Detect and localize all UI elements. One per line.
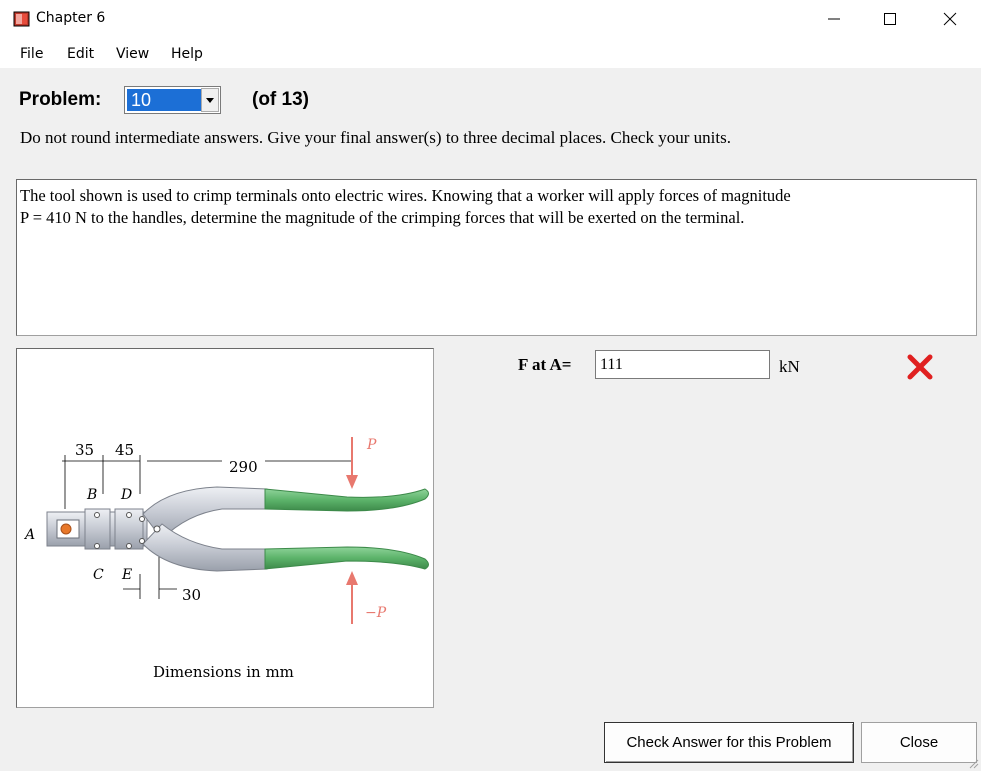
answer-unit: kN <box>779 357 800 376</box>
window-title: Chapter 6 <box>36 10 106 26</box>
maximize-icon <box>884 13 896 25</box>
point-b-label: B <box>86 487 97 503</box>
book-icon <box>13 11 30 27</box>
point-d-label: D <box>120 487 132 503</box>
menu-file[interactable]: File <box>20 46 43 62</box>
point-e-label: E <box>121 567 132 583</box>
lower-handle <box>264 546 429 570</box>
menu-edit[interactable]: Edit <box>67 46 94 62</box>
close-button[interactable]: Close <box>861 722 977 763</box>
minimize-icon <box>828 18 840 20</box>
problem-count: (of 13) <box>252 89 309 110</box>
answer-input[interactable] <box>595 350 770 379</box>
minimize-button[interactable] <box>806 0 862 38</box>
point-a-label: A <box>23 527 35 543</box>
question-line-2: P = 410 N to the handles, determine the … <box>20 208 745 227</box>
dim-35-label: 35 <box>75 441 94 459</box>
close-icon <box>943 12 957 26</box>
force-neg-p-label: −P <box>365 605 387 621</box>
force-p-label: P <box>366 437 377 453</box>
instructions-text: Do not round intermediate answers. Give … <box>20 128 731 147</box>
menu-view[interactable]: View <box>116 46 149 62</box>
dropdown-button[interactable] <box>201 88 219 112</box>
problem-figure: 35 45 290 30 Dimensions in mm A B D F C … <box>16 348 434 708</box>
problem-label: Problem: <box>19 89 102 110</box>
dim-290-label: 290 <box>229 458 258 476</box>
red-x-icon <box>907 354 933 380</box>
force-arrow-up-icon <box>346 571 358 585</box>
check-answer-button[interactable]: Check Answer for this Problem <box>604 722 854 763</box>
question-line-1: The tool shown is used to crimp terminal… <box>20 186 791 205</box>
menu-bar: File Edit View Help <box>0 38 981 68</box>
chevron-down-icon <box>206 97 214 103</box>
menu-help[interactable]: Help <box>171 46 203 62</box>
force-arrow-down-icon <box>346 475 358 489</box>
answer-label: F at A= <box>518 355 572 374</box>
crimping-tool-diagram: 35 45 290 30 Dimensions in mm A B D F C … <box>23 437 429 681</box>
problem-select-value: 10 <box>126 88 202 112</box>
close-window-button[interactable] <box>922 0 978 38</box>
maximize-button[interactable] <box>862 0 918 38</box>
dim-30-label: 30 <box>182 586 201 604</box>
problem-select[interactable]: 10 <box>124 86 221 114</box>
title-bar: Chapter 6 <box>0 0 981 38</box>
point-c-label: C <box>93 567 104 583</box>
upper-handle <box>264 488 429 512</box>
figure-caption: Dimensions in mm <box>153 663 294 681</box>
dim-45-label: 45 <box>115 441 134 459</box>
question-text-box: The tool shown is used to crimp terminal… <box>16 179 977 336</box>
resize-grip-icon[interactable] <box>967 757 979 769</box>
